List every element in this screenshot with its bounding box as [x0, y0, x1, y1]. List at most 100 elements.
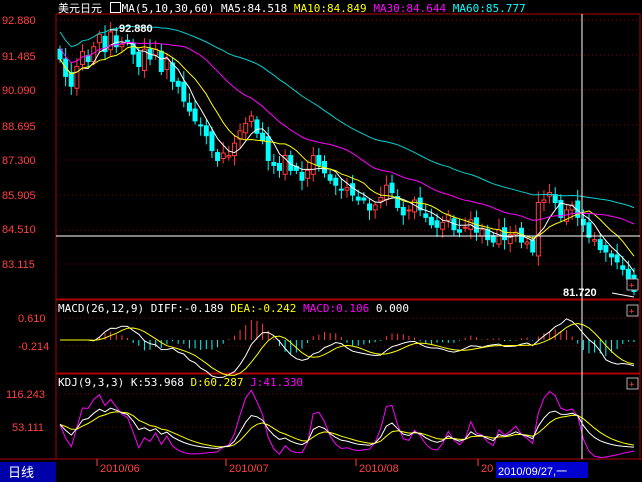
ma-legend: 美元日元 MA(5,10,30,60) MA5:84.518 MA10:84.8… — [58, 2, 526, 16]
candle-body — [108, 31, 114, 51]
candle-body — [333, 177, 339, 186]
candle-body — [164, 58, 170, 70]
ma30-value: MA30:84.644 — [373, 2, 447, 15]
candle-body — [535, 202, 541, 257]
candle-body — [125, 39, 131, 43]
macd-params: MACD(26,12,9) — [58, 302, 145, 315]
candle-body — [350, 183, 356, 196]
candle-body — [423, 213, 429, 218]
candle-body — [175, 80, 181, 87]
candle-body — [428, 216, 434, 226]
candle-body — [620, 265, 626, 270]
candle-body — [378, 197, 384, 202]
candle-body — [215, 152, 221, 161]
kdj-k: K:53.968 — [130, 376, 184, 389]
candle-body — [389, 182, 395, 194]
candle-body — [586, 222, 592, 238]
candle-body — [496, 229, 502, 245]
candle-body — [96, 33, 102, 44]
candle-body — [186, 102, 192, 112]
candle-body — [265, 136, 271, 161]
candle-body — [400, 206, 406, 216]
kdj-indicator — [59, 389, 635, 459]
macd-value: MACD:0.106 — [303, 302, 370, 315]
candle-body — [367, 203, 373, 211]
kdj-tick: 116.243 — [6, 389, 45, 401]
candle-body — [226, 155, 232, 158]
candle-body — [485, 229, 491, 241]
candle-body — [68, 71, 74, 87]
candle-body — [74, 65, 80, 89]
date-axis: 2010/06 2010/07 2010/08 20 — [96, 459, 493, 475]
ma60-value: MA60:85.777 — [452, 2, 526, 15]
candle-body — [305, 169, 311, 179]
candle-body — [552, 194, 558, 204]
candle-body — [136, 51, 142, 67]
price-tick: 85.905 — [2, 190, 36, 202]
candle-body — [338, 188, 344, 191]
candle-body — [119, 43, 125, 48]
candlesticks — [57, 21, 637, 296]
svg-text:+: + — [629, 380, 635, 390]
candle-body — [530, 239, 536, 253]
price-tick: 92.880 — [2, 15, 36, 27]
candle-body — [181, 81, 187, 102]
kdj-panel-toggle[interactable]: + — [626, 377, 639, 390]
macd-indicator — [60, 318, 635, 379]
candle-body — [327, 174, 333, 181]
price-tick: 90.090 — [2, 85, 36, 97]
candle-body — [192, 108, 198, 122]
ma-params: MA(5,10,30,60) — [121, 2, 215, 15]
date-tick: 2010/06 — [100, 463, 140, 475]
candle-body — [254, 119, 260, 134]
kdj-k-line — [59, 407, 635, 449]
price-tick: 88.695 — [2, 121, 36, 133]
stock-chart[interactable]: 92.880 91.485 90.090 88.695 87.300 85.90… — [0, 0, 642, 482]
macd-dea: DEA:-0.242 — [230, 302, 297, 315]
symbol-name: 美元日元 — [58, 2, 102, 15]
candle-body — [209, 131, 215, 152]
macd-diff: DIFF:-0.189 — [150, 302, 224, 315]
ma5-value: MA5:84.518 — [220, 2, 288, 15]
macd-tick: -0.214 — [18, 341, 49, 353]
candle-body — [260, 132, 266, 142]
candle-body — [372, 204, 378, 211]
svg-text:+: + — [629, 307, 635, 317]
candle-body — [440, 221, 446, 230]
kdj-axis: 116.243 53.111 — [6, 389, 45, 434]
candle-body — [203, 125, 209, 137]
price-panel-toggle[interactable]: + — [626, 278, 639, 291]
candle-body — [355, 196, 361, 201]
price-tick: 87.300 — [2, 155, 36, 167]
macd-axis: 0.610 -0.214 — [18, 313, 49, 353]
ma-icon — [109, 2, 121, 13]
kdj-legend: KDJ(9,3,3) K:53.968 D:60.287 J:41.330 — [58, 376, 303, 390]
candle-body — [316, 155, 322, 166]
candle-body — [457, 229, 463, 233]
candle-body — [434, 220, 440, 228]
candle-body — [271, 161, 277, 166]
candle-body — [603, 245, 609, 253]
ma5-line — [59, 41, 635, 273]
kdj-tick: 53.111 — [12, 422, 44, 434]
date-tick: 2010/08 — [359, 463, 399, 475]
candle-body — [502, 227, 508, 241]
low-marker — [611, 292, 635, 298]
date-tick: 2010/07 — [229, 463, 269, 475]
candle-body — [592, 239, 598, 242]
candle-body — [383, 184, 389, 201]
macd-legend: MACD(26,12,9) DIFF:-0.189 DEA:-0.242 MAC… — [58, 302, 409, 316]
candle-body — [524, 241, 530, 245]
ma10-value: MA10:84.849 — [293, 2, 367, 15]
macd-panel-toggle[interactable]: + — [626, 304, 639, 317]
candle-body — [597, 239, 603, 251]
low-price-label: 81.720 — [563, 287, 597, 299]
period-tab-label: 日线 — [8, 466, 34, 481]
price-tick: 84.510 — [2, 224, 36, 236]
candle-body — [231, 142, 237, 157]
candle-body — [243, 122, 249, 134]
candle-body — [490, 235, 496, 243]
date-tick: 20 — [481, 463, 493, 475]
candle-body — [220, 152, 226, 159]
macd-extra: 0.000 — [375, 302, 410, 315]
